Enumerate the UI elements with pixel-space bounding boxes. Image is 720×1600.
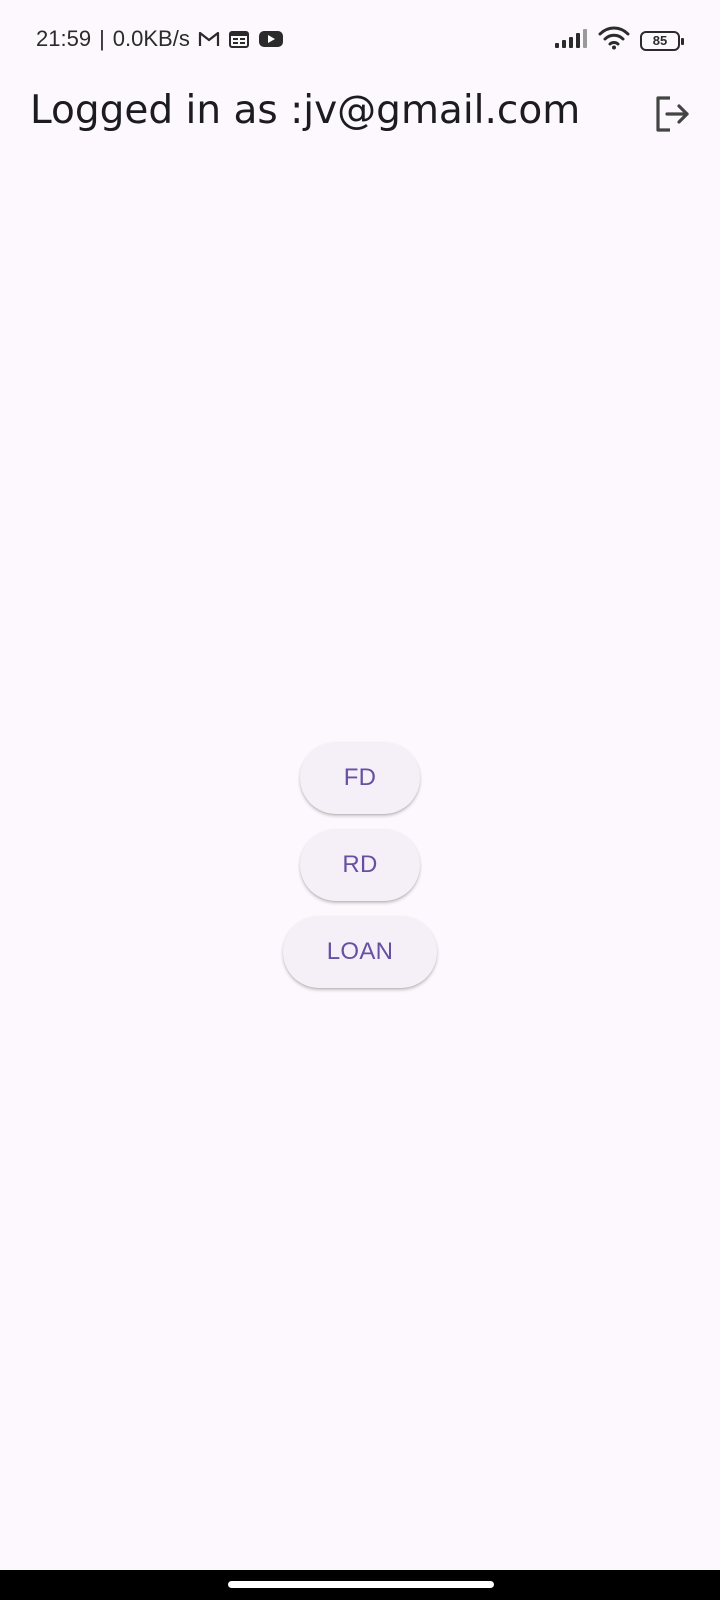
gmail-icon — [198, 30, 220, 48]
battery-level: 85 — [652, 33, 668, 48]
fd-button[interactable]: FD — [300, 742, 420, 814]
navigation-bar — [0, 1570, 720, 1600]
page-title: Logged in as :jv@gmail.com — [30, 88, 581, 133]
youtube-icon — [258, 29, 284, 49]
home-gesture-handle[interactable] — [228, 1581, 494, 1588]
logout-button[interactable] — [650, 92, 694, 136]
status-right: 85 — [554, 26, 684, 55]
network-speed: 0.0KB/s — [112, 26, 190, 51]
app-bar: Logged in as :jv@gmail.com — [0, 84, 720, 144]
status-time: 21:59 — [36, 26, 92, 51]
loan-button[interactable]: LOAN — [283, 916, 437, 988]
action-buttons: FD RD LOAN — [0, 742, 720, 988]
status-left: 21:59 | 0.0KB/s — [36, 26, 284, 52]
battery-indicator: 85 — [640, 30, 684, 51]
cellular-signal-icon — [554, 27, 588, 54]
status-separator: | — [99, 26, 105, 51]
wifi-icon — [598, 26, 630, 55]
rd-button[interactable]: RD — [300, 829, 420, 901]
status-bar: 21:59 | 0.0KB/s 85 — [0, 0, 720, 80]
logout-icon — [656, 96, 689, 132]
calendar-icon — [228, 29, 250, 49]
